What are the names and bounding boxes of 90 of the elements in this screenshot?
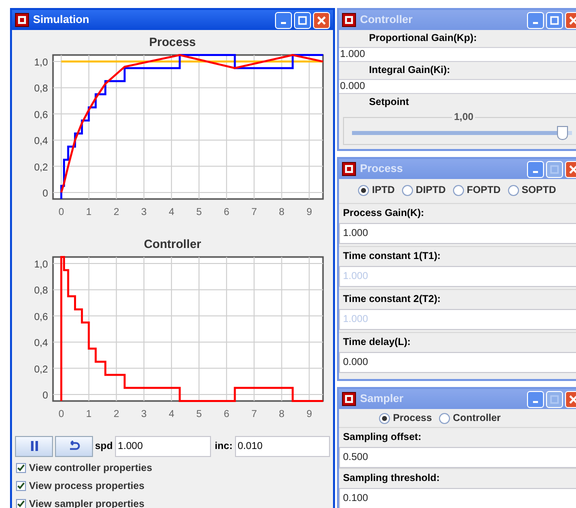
- window-title: Process: [360, 162, 403, 177]
- radio-option[interactable]: Controller: [438, 410, 501, 426]
- field-label: Proportional Gain(Kp):: [368, 32, 478, 46]
- axis-tick-label: 0,6: [34, 312, 48, 323]
- axis-tick-label: 1,0: [34, 260, 48, 271]
- speed-field[interactable]: 1.000: [114, 436, 211, 456]
- axis-tick-label: 0: [42, 188, 48, 200]
- axis-tick-label: 0: [42, 390, 48, 402]
- axis-tick-label: 3: [140, 207, 146, 218]
- axis-tick-label: 5: [196, 207, 202, 218]
- minimize-button[interactable]: [527, 390, 544, 408]
- input-field[interactable]: 0.000: [339, 352, 576, 373]
- input-field[interactable]: 1.000: [339, 47, 576, 62]
- radio-option[interactable]: DIPTD: [402, 182, 446, 198]
- axis-tick-label: 4: [168, 409, 174, 420]
- input-field[interactable]: 0.100: [339, 488, 576, 508]
- maximize-button[interactable]: [294, 12, 311, 28]
- axis-tick-label: 6: [223, 207, 229, 218]
- app-icon: [15, 13, 29, 27]
- axis-tick-label: 3: [140, 409, 146, 420]
- minimize-icon: [533, 171, 538, 173]
- field-label: Setpoint: [368, 96, 410, 110]
- axis-tick-label: 5: [196, 409, 202, 420]
- axis-tick-label: 9: [306, 409, 312, 420]
- axis-tick-label: 7: [250, 207, 256, 218]
- axis-tick-label: 6: [223, 409, 229, 420]
- checkmark-icon: [17, 482, 25, 490]
- input-field[interactable]: 0.000: [339, 79, 576, 94]
- axis-tick-label: 0: [58, 207, 64, 218]
- speed-label: spd: [95, 440, 113, 454]
- axis-tick-label: 7: [250, 409, 256, 420]
- minimize-button[interactable]: [527, 12, 544, 28]
- window-title: Sampler: [360, 392, 404, 407]
- radio-option[interactable]: Process: [379, 410, 432, 426]
- minimize-button[interactable]: [527, 160, 544, 178]
- pause-button[interactable]: [15, 436, 53, 456]
- pause-icon: [30, 441, 38, 451]
- increment-label: inc:: [214, 440, 233, 454]
- axis-tick-label: 0,2: [34, 162, 48, 174]
- close-icon: [569, 164, 576, 174]
- window-title: Controller: [360, 12, 413, 28]
- input-field[interactable]: 0.500: [339, 447, 576, 468]
- axis-tick-label: 1,0: [34, 58, 48, 69]
- window-title: Simulation: [33, 12, 90, 28]
- axis-tick-label: 8: [278, 207, 284, 218]
- maximize-icon: [298, 16, 307, 24]
- view-checkbox[interactable]: View controller properties: [16, 460, 333, 476]
- axis-tick-label: 2: [113, 409, 119, 420]
- minimize-button[interactable]: [275, 12, 292, 28]
- axis-tick-label: 1: [86, 207, 92, 218]
- axis-tick-label: 0,2: [34, 364, 48, 376]
- app-icon: [342, 13, 356, 27]
- axis-tick-label: 0,8: [34, 286, 48, 297]
- close-icon: [569, 16, 576, 24]
- axis-tick-label: 8: [278, 409, 284, 420]
- close-icon: [569, 394, 576, 404]
- axis-tick-label: 0,4: [34, 338, 48, 350]
- maximize-icon: [550, 16, 559, 24]
- slider-thumb[interactable]: [556, 126, 568, 140]
- app-icon: [342, 392, 356, 406]
- maximize-icon: [550, 164, 559, 174]
- axis-tick-label: 4: [168, 207, 174, 218]
- axis-tick-label: 0,8: [34, 84, 48, 95]
- field-label: Integral Gain(Ki):: [368, 64, 452, 78]
- maximize-icon: [550, 394, 559, 404]
- close-button[interactable]: [313, 12, 330, 28]
- undo-arrow-icon: [68, 440, 80, 452]
- chart-title: Controller: [144, 236, 202, 253]
- increment-field[interactable]: 0.010: [234, 436, 330, 456]
- axis-tick-label: 0: [58, 409, 64, 420]
- radio-option[interactable]: IPTD: [358, 182, 395, 198]
- checkmark-icon: [17, 464, 25, 472]
- close-icon: [317, 16, 326, 24]
- chart-title: Process: [149, 34, 196, 51]
- axis-tick-label: 2: [113, 207, 119, 218]
- axis-tick-label: 0,4: [34, 136, 48, 148]
- reset-button[interactable]: [55, 436, 93, 456]
- input-field[interactable]: 1.000: [339, 223, 576, 244]
- axis-tick-label: 0,6: [34, 110, 48, 121]
- app-icon: [342, 162, 356, 176]
- view-checkbox[interactable]: View process properties: [16, 478, 333, 494]
- minimize-icon: [281, 22, 286, 24]
- minimize-icon: [533, 22, 538, 24]
- radio-option[interactable]: FOPTD: [452, 182, 501, 198]
- axis-tick-label: 9: [306, 207, 312, 218]
- radio-option[interactable]: SOPTD: [508, 182, 556, 198]
- axis-tick-label: 1: [86, 409, 92, 420]
- maximize-button[interactable]: [546, 12, 563, 28]
- checkmark-icon: [17, 500, 25, 508]
- minimize-icon: [533, 401, 538, 403]
